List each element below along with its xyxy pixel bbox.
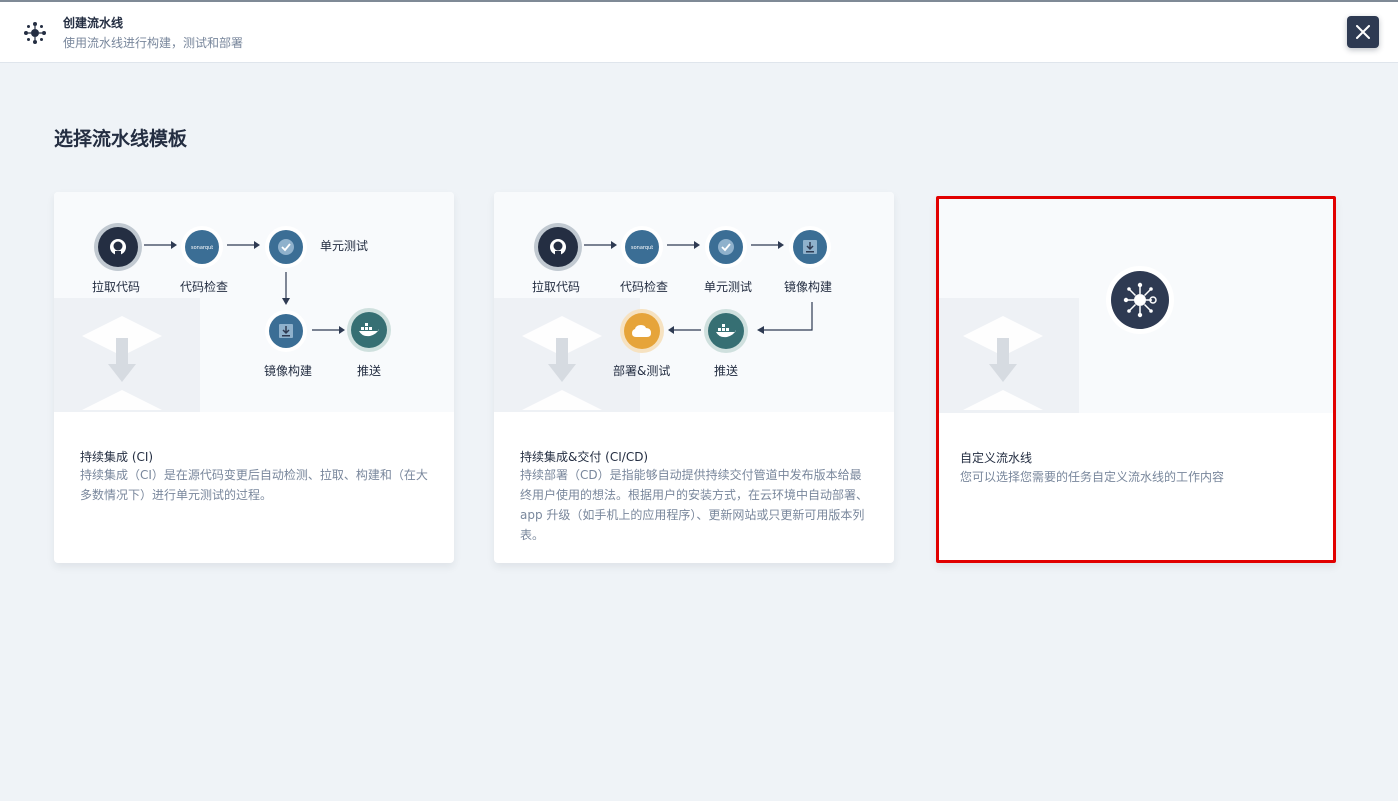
close-icon [1356, 25, 1370, 39]
template-card-custom[interactable]: 自定义流水线 您可以选择您需要的任务自定义流水线的工作内容 [936, 196, 1336, 563]
arrow-right-icon [751, 241, 784, 249]
arrow-left-icon [668, 326, 701, 334]
image-build-icon [793, 230, 827, 264]
arrow-right-icon [584, 241, 617, 249]
pipeline-diagram [939, 199, 1333, 413]
modal-title: 创建流水线 [63, 16, 124, 30]
pipeline-icon [24, 22, 46, 44]
arrow-down-icon [282, 272, 290, 305]
card-description: 您可以选择您需要的任务自定义流水线的工作内容 [960, 470, 1225, 484]
arrow-right-icon [227, 241, 260, 249]
cloud-icon [624, 313, 660, 349]
card-title: 持续集成&交付 (CI/CD) [520, 450, 649, 464]
card-title: 持续集成 (CI) [80, 450, 154, 464]
close-button[interactable] [1347, 16, 1379, 48]
step-label: 推送 [357, 364, 382, 378]
arrow-right-icon [312, 326, 345, 334]
step-label: 推送 [714, 364, 739, 378]
step-label: 单元测试 [320, 239, 369, 253]
decorative-arrow-background [494, 298, 640, 412]
decorative-arrow-background [54, 298, 200, 412]
modal-header: 创建流水线 使用流水线进行构建，测试和部署 [0, 2, 1398, 63]
card-description: 持续集成（CI）是在源代码变更后自动检测、拉取、构建和（在大多数情况下）进行单元… [80, 468, 428, 502]
template-card-cicd[interactable]: 拉取代码 sonarqube 代码检查 单元测试 镜像构建 推送 部署&测试 持… [494, 192, 894, 563]
page-title: 选择流水线模板 [54, 128, 188, 150]
card-title: 自定义流水线 [960, 451, 1033, 465]
decorative-arrow-background [939, 298, 1079, 413]
step-label: 代码检查 [180, 280, 229, 294]
card-description: 持续部署（CD）是指能够自动提供持续交付管道中发布版本给最终用户使用的想法。根据… [520, 468, 869, 542]
step-label: 代码检查 [620, 280, 669, 294]
modal-subtitle: 使用流水线进行构建，测试和部署 [63, 36, 244, 50]
arrow-return-icon [757, 302, 813, 334]
image-build-icon [269, 314, 303, 348]
svg-text:sonarqube: sonarqube [631, 245, 653, 251]
svg-text:sonarqube: sonarqube [191, 245, 213, 251]
pipeline-diagram: 拉取代码 sonarqube 代码检查 单元测试 镜像构建 推送 [54, 192, 454, 412]
sonarqube-icon: sonarqube [625, 230, 659, 264]
arrow-right-icon [144, 241, 177, 249]
docker-icon [351, 312, 387, 348]
arrow-right-icon [667, 241, 700, 249]
step-label: 单元测试 [704, 280, 753, 294]
check-icon [269, 230, 303, 264]
step-label: 镜像构建 [264, 364, 313, 378]
step-label: 拉取代码 [532, 280, 581, 294]
sonarqube-icon: sonarqube [185, 230, 219, 264]
github-icon [538, 227, 578, 267]
template-card-ci[interactable]: 拉取代码 sonarqube 代码检查 单元测试 镜像构建 推送 持续集成 (C… [54, 192, 454, 563]
custom-pipeline-icon [1111, 271, 1169, 329]
pipeline-diagram: 拉取代码 sonarqube 代码检查 单元测试 镜像构建 推送 部署&测试 [494, 192, 894, 412]
step-label: 部署&测试 [613, 364, 671, 378]
check-icon [709, 230, 743, 264]
github-icon [98, 227, 138, 267]
step-label: 拉取代码 [92, 280, 141, 294]
step-label: 镜像构建 [784, 280, 833, 294]
docker-icon [708, 313, 744, 349]
